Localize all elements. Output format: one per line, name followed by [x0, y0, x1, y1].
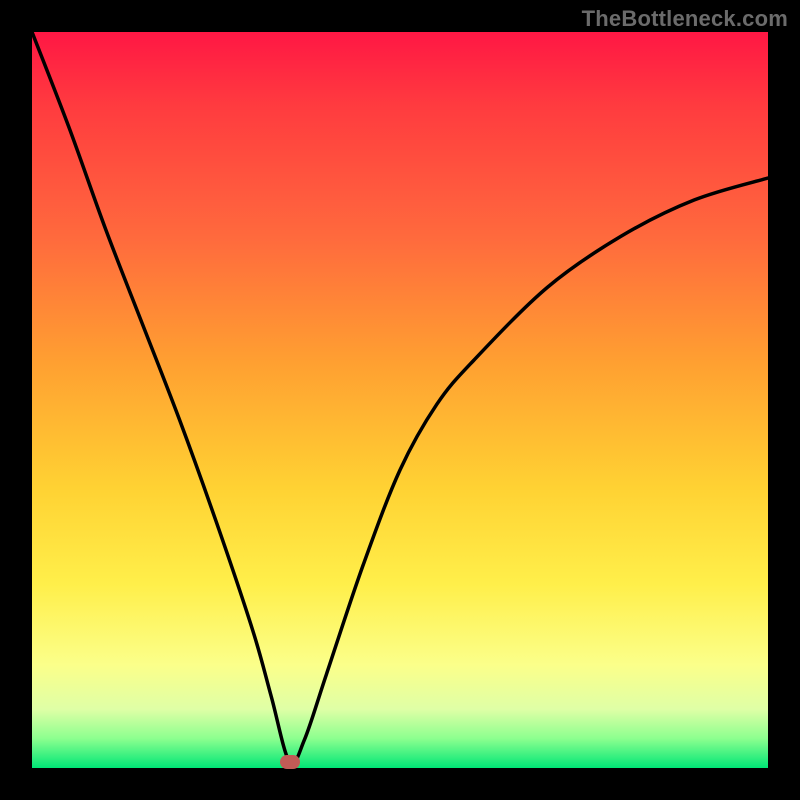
- chart-frame: TheBottleneck.com: [0, 0, 800, 800]
- minimum-marker: [280, 755, 300, 769]
- bottleneck-curve: [32, 32, 768, 768]
- watermark-text: TheBottleneck.com: [582, 6, 788, 32]
- plot-area: [32, 32, 768, 768]
